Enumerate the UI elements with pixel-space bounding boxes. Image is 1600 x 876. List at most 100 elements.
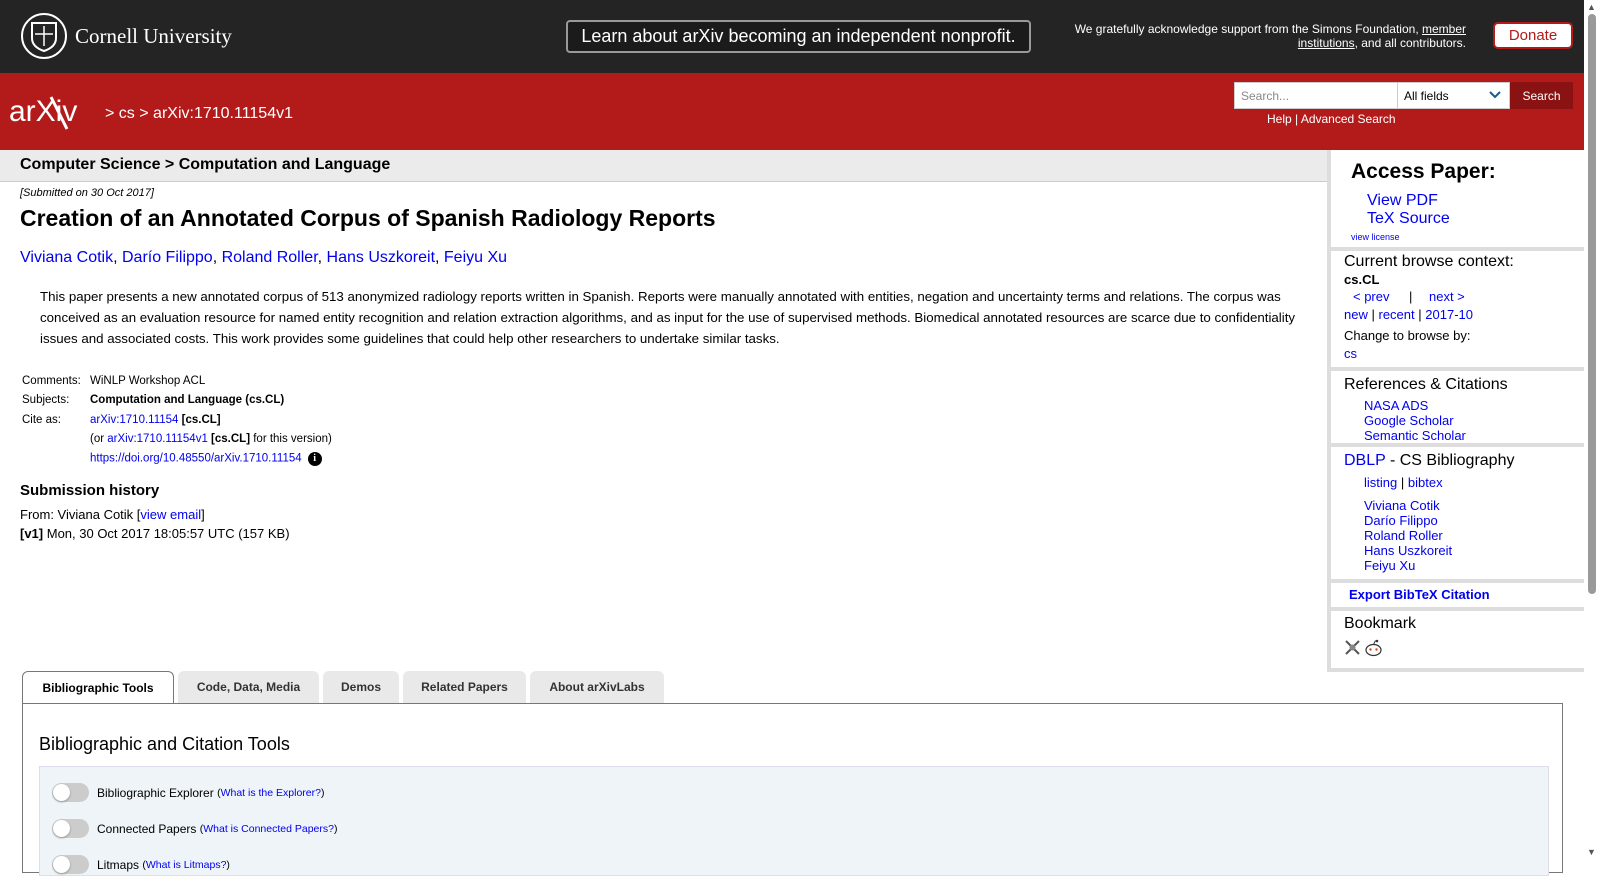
cornell-logo[interactable]: Cornell University	[21, 13, 232, 59]
dblp-author-link[interactable]: Viviana Cotik	[1364, 498, 1440, 513]
dblp-author-link[interactable]: Feiyu Xu	[1364, 558, 1415, 573]
browse-context-title: Current browse context:	[1344, 253, 1514, 270]
view-pdf-link[interactable]: View PDF	[1367, 192, 1438, 210]
author-link[interactable]: Roland Roller	[222, 249, 318, 266]
subject-bar: Computer Science > Computation and Langu…	[0, 150, 1327, 182]
google-scholar-link[interactable]: Google Scholar	[1364, 413, 1454, 428]
breadcrumb-cs[interactable]: cs	[119, 105, 135, 122]
subjects-label: Subjects:	[22, 394, 70, 407]
doi-link[interactable]: https://doi.org/10.48550/arXiv.1710.1115…	[90, 452, 302, 464]
author-link[interactable]: Viviana Cotik	[20, 249, 113, 266]
cornell-name: Cornell University	[75, 23, 232, 48]
bookmark-section: Bookmark	[1331, 607, 1590, 672]
help-link[interactable]: Help	[1267, 112, 1292, 126]
bookmark-title: Bookmark	[1344, 615, 1417, 632]
submission-date: [Submitted on 30 Oct 2017]	[20, 187, 154, 199]
cite-id-link[interactable]: arXiv:1710.11154	[90, 414, 178, 426]
dblp-section: DBLP - CS Bibliography listing | bibtex …	[1331, 443, 1590, 573]
author-link[interactable]: Hans Uszkoreit	[327, 249, 435, 266]
svg-text:arXiv: arXiv	[9, 95, 77, 128]
references-title: References & Citations	[1344, 376, 1508, 393]
dblp-author-link[interactable]: Roland Roller	[1364, 528, 1443, 543]
litmaps-toggle[interactable]	[52, 855, 89, 874]
cite-version-link[interactable]: arXiv:1710.11154v1	[107, 433, 208, 445]
breadcrumb: > cs > arXiv:1710.11154v1	[105, 105, 293, 122]
comments-value: WiNLP Workshop ACL	[90, 374, 206, 387]
toggle-row: Litmaps (What is Litmaps?)	[52, 855, 230, 874]
help-links: Help | Advanced Search	[1267, 112, 1396, 126]
export-section: Export BibTeX Citation	[1331, 579, 1590, 605]
access-paper-section: Access Paper: View PDF TeX Source view l…	[1331, 150, 1590, 247]
access-paper-title: Access Paper:	[1351, 160, 1496, 183]
dblp-author-link[interactable]: Hans Uszkoreit	[1364, 543, 1452, 558]
version-v1: [v1] Mon, 30 Oct 2017 18:05:57 UTC (157 …	[20, 526, 290, 541]
tex-source-link[interactable]: TeX Source	[1367, 210, 1450, 228]
authors-list: Viviana Cotik, Darío Filippo, Roland Rol…	[20, 249, 508, 266]
next-link[interactable]: next >	[1429, 289, 1465, 304]
search-button[interactable]: Search	[1510, 82, 1573, 109]
submission-history-title: Submission history	[20, 482, 160, 499]
search-input[interactable]: Search...	[1234, 82, 1398, 109]
tab-related-papers[interactable]: Related Papers	[403, 671, 526, 703]
chevron-down-icon	[1489, 88, 1501, 103]
tab-code-data-media[interactable]: Code, Data, Media	[178, 671, 319, 703]
view-email-link[interactable]: view email	[140, 507, 201, 522]
dblp-listing-link[interactable]: listing	[1364, 475, 1397, 490]
info-icon[interactable]: i	[307, 451, 322, 466]
arxiv-logo[interactable]: arXiv	[9, 93, 101, 138]
references-section: References & Citations NASA ADS Google S…	[1331, 367, 1590, 443]
connected-papers-toggle[interactable]	[52, 819, 89, 838]
metadata-table: Comments: WiNLP Workshop ACL Subjects: C…	[22, 374, 332, 466]
arxiv-header: arXiv > cs > arXiv:1710.11154v1 Search..…	[0, 73, 1584, 150]
dblp-link[interactable]: DBLP	[1344, 452, 1386, 469]
bibsonomy-icon[interactable]	[1344, 639, 1361, 662]
scroll-thumb[interactable]	[1588, 14, 1596, 594]
tab-bibliographic-tools[interactable]: Bibliographic Tools	[22, 671, 174, 705]
top-banner: Cornell University Learn about arXiv bec…	[0, 0, 1584, 73]
semantic-scholar-link[interactable]: Semantic Scholar	[1364, 428, 1466, 443]
submission-from: From: Viviana Cotik [view email]	[20, 507, 205, 522]
breadcrumb-paper-id: arXiv:1710.11154v1	[153, 105, 293, 122]
prev-link[interactable]: < prev	[1353, 289, 1390, 304]
subjects-value: Computation and Language (cs.CL)	[90, 394, 285, 407]
dblp-author-link[interactable]: Darío Filippo	[1364, 513, 1438, 528]
litmaps-help-link[interactable]: What is Litmaps?	[146, 859, 227, 871]
reddit-icon[interactable]	[1364, 639, 1383, 662]
connected-papers-help-link[interactable]: What is Connected Papers?	[203, 823, 334, 835]
tab-about-arxivlabs[interactable]: About arXivLabs	[530, 671, 664, 703]
search-field-select[interactable]: All fields	[1397, 82, 1510, 109]
nonprofit-announcement-button[interactable]: Learn about arXiv becoming an independen…	[566, 20, 1031, 53]
cornell-seal-icon	[21, 13, 67, 59]
tab-panel: Bibliographic and Citation Tools Bibliog…	[22, 703, 1563, 876]
month-link[interactable]: 2017-10	[1425, 307, 1473, 322]
cite-label: Cite as:	[22, 413, 61, 426]
author-link[interactable]: Feiyu Xu	[444, 249, 507, 266]
paper-title: Creation of an Annotated Corpus of Spani…	[20, 205, 716, 231]
new-link[interactable]: new	[1344, 307, 1368, 322]
toggle-row: Connected Papers (What is Connected Pape…	[52, 819, 338, 838]
view-license-link[interactable]: view license	[1351, 232, 1400, 242]
nasa-ads-link[interactable]: NASA ADS	[1364, 398, 1428, 413]
author-link[interactable]: Darío Filippo	[122, 249, 213, 266]
support-text: We gratefully acknowledge support from t…	[1074, 22, 1466, 50]
panel-title: Bibliographic and Citation Tools	[39, 734, 290, 754]
toggle-list: Bibliographic Explorer (What is the Expl…	[39, 766, 1549, 876]
browse-cs-link[interactable]: cs	[1344, 346, 1357, 361]
page-scrollbar[interactable]: ▲ ▼	[1584, 0, 1600, 861]
tab-demos[interactable]: Demos	[323, 671, 399, 703]
abstract: This paper presents a new annotated corp…	[40, 289, 1296, 346]
change-browse-label: Change to browse by:	[1344, 328, 1471, 343]
donate-button[interactable]: Donate	[1493, 22, 1573, 49]
scroll-up-icon[interactable]: ▲	[1587, 2, 1596, 12]
scroll-down-icon[interactable]: ▼	[1587, 847, 1596, 857]
bibliographic-explorer-toggle[interactable]	[52, 783, 89, 802]
explorer-help-link[interactable]: What is the Explorer?	[221, 787, 321, 799]
comments-label: Comments:	[22, 374, 81, 387]
toggle-row: Bibliographic Explorer (What is the Expl…	[52, 783, 324, 802]
browse-context-value: cs.CL	[1344, 272, 1380, 287]
dblp-bibtex-link[interactable]: bibtex	[1408, 475, 1443, 490]
advanced-search-link[interactable]: Advanced Search	[1301, 112, 1396, 126]
recent-link[interactable]: recent	[1379, 307, 1415, 322]
right-sidebar: Access Paper: View PDF TeX Source view l…	[1327, 150, 1590, 672]
export-bibtex-link[interactable]: Export BibTeX Citation	[1349, 587, 1490, 602]
